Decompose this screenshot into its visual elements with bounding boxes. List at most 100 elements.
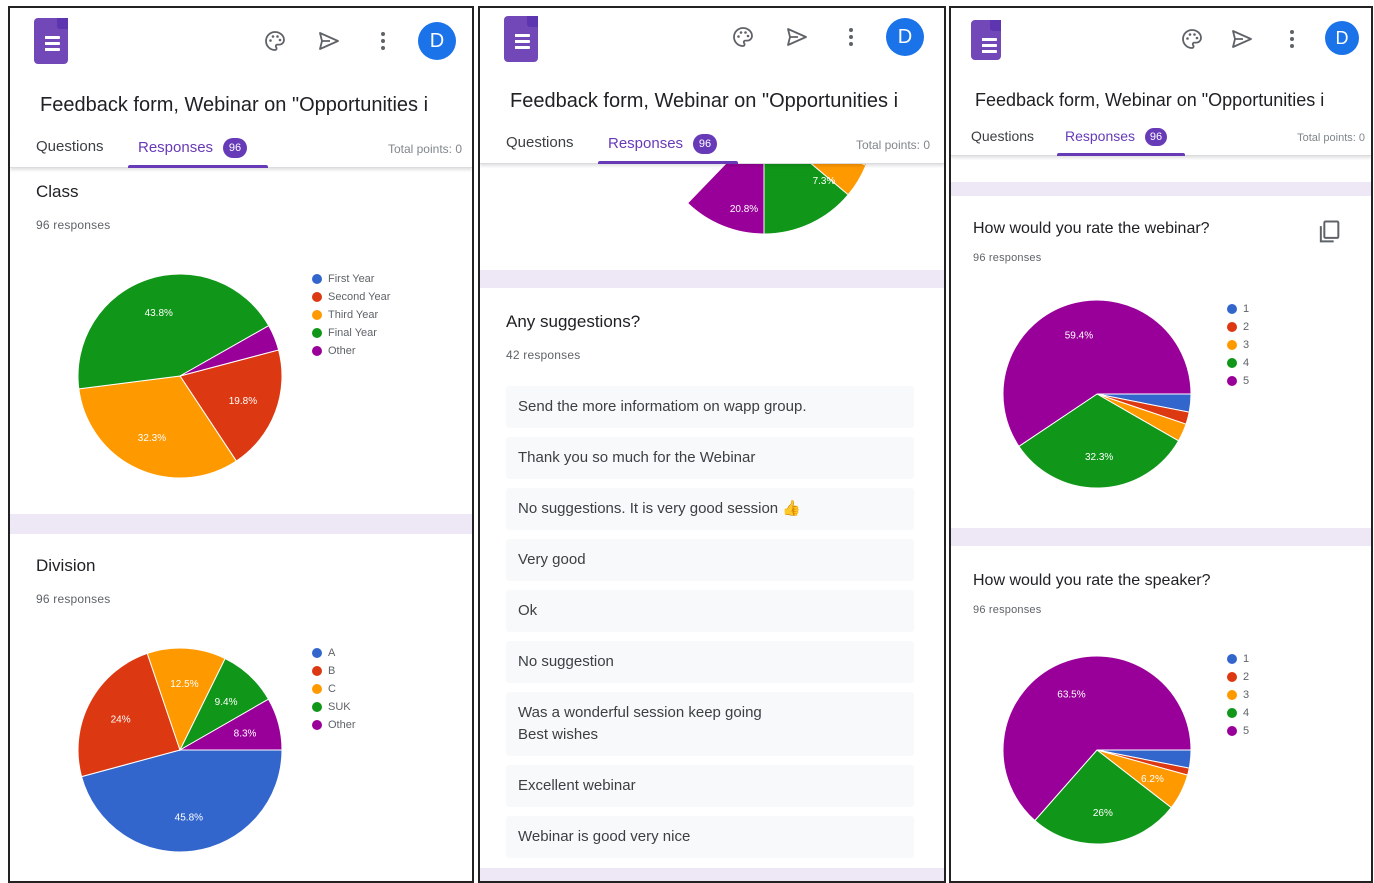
- form-title: Feedback form, Webinar on "Opportunities…: [40, 94, 429, 116]
- palette-icon[interactable]: [1177, 24, 1207, 54]
- tab-questions[interactable]: Questions: [506, 134, 574, 151]
- legend-item[interactable]: 3: [1227, 686, 1249, 704]
- legend-label: SUK: [328, 701, 351, 713]
- legend-item[interactable]: B: [312, 662, 356, 680]
- chart-legend: A B C SUK Other: [312, 644, 356, 734]
- send-icon[interactable]: [314, 26, 344, 56]
- legend-item[interactable]: Other: [312, 716, 356, 734]
- legend-item[interactable]: 4: [1227, 704, 1249, 722]
- send-icon[interactable]: [1227, 24, 1257, 54]
- slice-label: 43.8%: [145, 308, 173, 319]
- legend-swatch: [1227, 690, 1237, 700]
- legend-item[interactable]: 2: [1227, 668, 1249, 686]
- response-item: No suggestion: [506, 641, 914, 683]
- legend-swatch: [1227, 726, 1237, 736]
- slice-label: 20.8%: [730, 204, 758, 215]
- forms-logo-icon[interactable]: [971, 20, 1001, 60]
- response-count: 96 responses: [973, 252, 1042, 264]
- tab-responses[interactable]: Responses 96: [138, 138, 248, 158]
- active-tab-indicator: [128, 165, 268, 168]
- legend-item[interactable]: 3: [1227, 336, 1249, 354]
- slice-label: 32.3%: [138, 433, 166, 444]
- legend-label: Final Year: [328, 327, 377, 339]
- slice-label: 32.3%: [1085, 452, 1113, 463]
- forms-logo-icon[interactable]: [504, 16, 538, 62]
- slice-label: 24%: [111, 714, 131, 725]
- legend-item[interactable]: 5: [1227, 372, 1249, 390]
- response-list[interactable]: Send the more informatiom on wapp group.…: [506, 386, 914, 867]
- tab-responses[interactable]: Responses 96: [608, 134, 718, 154]
- legend-swatch: [1227, 376, 1237, 386]
- copy-icon[interactable]: [1315, 218, 1343, 246]
- question-title: Any suggestions?: [506, 312, 641, 331]
- legend-item[interactable]: Final Year: [312, 324, 390, 342]
- send-icon[interactable]: [782, 22, 812, 52]
- pie-chart-division: 45.8% 24% 12.5% 9.4% 8.3%: [77, 647, 283, 853]
- tab-responses[interactable]: Responses 96: [1065, 128, 1168, 146]
- response-item: No suggestions. It is very good session …: [506, 488, 914, 530]
- question-title: Division: [36, 556, 96, 575]
- total-points: Total points: 0: [855, 138, 930, 152]
- legend-swatch: [1227, 322, 1237, 332]
- pie-chart-speaker: 63.5% 26% 6.2%: [1002, 655, 1192, 845]
- legend-label: Other: [328, 719, 356, 731]
- question-card-partial: 20.8% 7.3%: [480, 164, 944, 270]
- legend-swatch: [312, 346, 322, 356]
- question-title: How would you rate the webinar?: [973, 220, 1210, 237]
- panel-class-division: D Feedback form, Webinar on "Opportuniti…: [8, 6, 474, 883]
- legend-label: 4: [1243, 707, 1250, 719]
- legend-label: 2: [1243, 671, 1250, 683]
- pie-chart-class: 43.8% 32.3% 19.8%: [77, 273, 283, 479]
- legend-label: 1: [1243, 653, 1250, 665]
- legend-item[interactable]: C: [312, 680, 356, 698]
- legend-label: A: [328, 647, 336, 659]
- tab-responses-label: Responses: [608, 135, 684, 152]
- legend-label: 5: [1243, 725, 1250, 737]
- tab-responses-label: Responses: [138, 139, 214, 156]
- legend-swatch: [312, 274, 322, 284]
- legend-item[interactable]: 5: [1227, 722, 1249, 740]
- more-vert-icon[interactable]: [836, 22, 866, 52]
- tab-responses-label: Responses: [1065, 128, 1136, 144]
- forms-logo-icon[interactable]: [34, 18, 68, 64]
- avatar[interactable]: D: [418, 22, 456, 60]
- legend-item[interactable]: SUK: [312, 698, 356, 716]
- legend-label: Other: [328, 345, 356, 357]
- more-vert-icon[interactable]: [1277, 24, 1307, 54]
- question-card-class: Class 96 responses 43.8% 32.3% 19.8% First…: [10, 168, 472, 514]
- slice-label: 63.5%: [1057, 689, 1085, 700]
- legend-swatch: [312, 684, 322, 694]
- palette-icon[interactable]: [260, 26, 290, 56]
- legend-swatch: [312, 720, 322, 730]
- legend-item[interactable]: A: [312, 644, 356, 662]
- legend-item[interactable]: 4: [1227, 354, 1249, 372]
- responses-content: How would you rate the webinar? 96 respo…: [951, 156, 1371, 881]
- legend-item[interactable]: Other: [312, 342, 390, 360]
- legend-swatch: [312, 666, 322, 676]
- legend-swatch: [1227, 654, 1237, 664]
- legend-item[interactable]: Third Year: [312, 306, 390, 324]
- response-item: Send the more informatiom on wapp group.: [506, 386, 914, 428]
- pie-slice[interactable]: [686, 164, 765, 235]
- legend-label: 4: [1243, 357, 1250, 369]
- avatar[interactable]: D: [1325, 21, 1359, 55]
- avatar[interactable]: D: [886, 18, 924, 56]
- legend-item[interactable]: 1: [1227, 300, 1249, 318]
- chart-legend: 1 2 3 4 5: [1227, 650, 1249, 740]
- legend-label: Second Year: [328, 291, 391, 303]
- legend-item[interactable]: 2: [1227, 318, 1249, 336]
- legend-swatch: [1227, 304, 1237, 314]
- legend-label: Third Year: [328, 309, 379, 321]
- palette-icon[interactable]: [728, 22, 758, 52]
- responses-content: 20.8% 7.3% Any suggestions? 42 responses …: [480, 164, 944, 881]
- question-card-suggestions: Any suggestions? 42 responses Send the m…: [480, 288, 944, 868]
- response-count: 96 responses: [973, 604, 1042, 616]
- question-title: Class: [36, 182, 79, 201]
- response-item: Webinar is good very nice: [506, 816, 914, 858]
- legend-item[interactable]: 1: [1227, 650, 1249, 668]
- more-vert-icon[interactable]: [368, 26, 398, 56]
- legend-item[interactable]: Second Year: [312, 288, 390, 306]
- legend-item[interactable]: First Year: [312, 270, 390, 288]
- tab-questions[interactable]: Questions: [971, 128, 1034, 144]
- tab-questions[interactable]: Questions: [36, 138, 104, 155]
